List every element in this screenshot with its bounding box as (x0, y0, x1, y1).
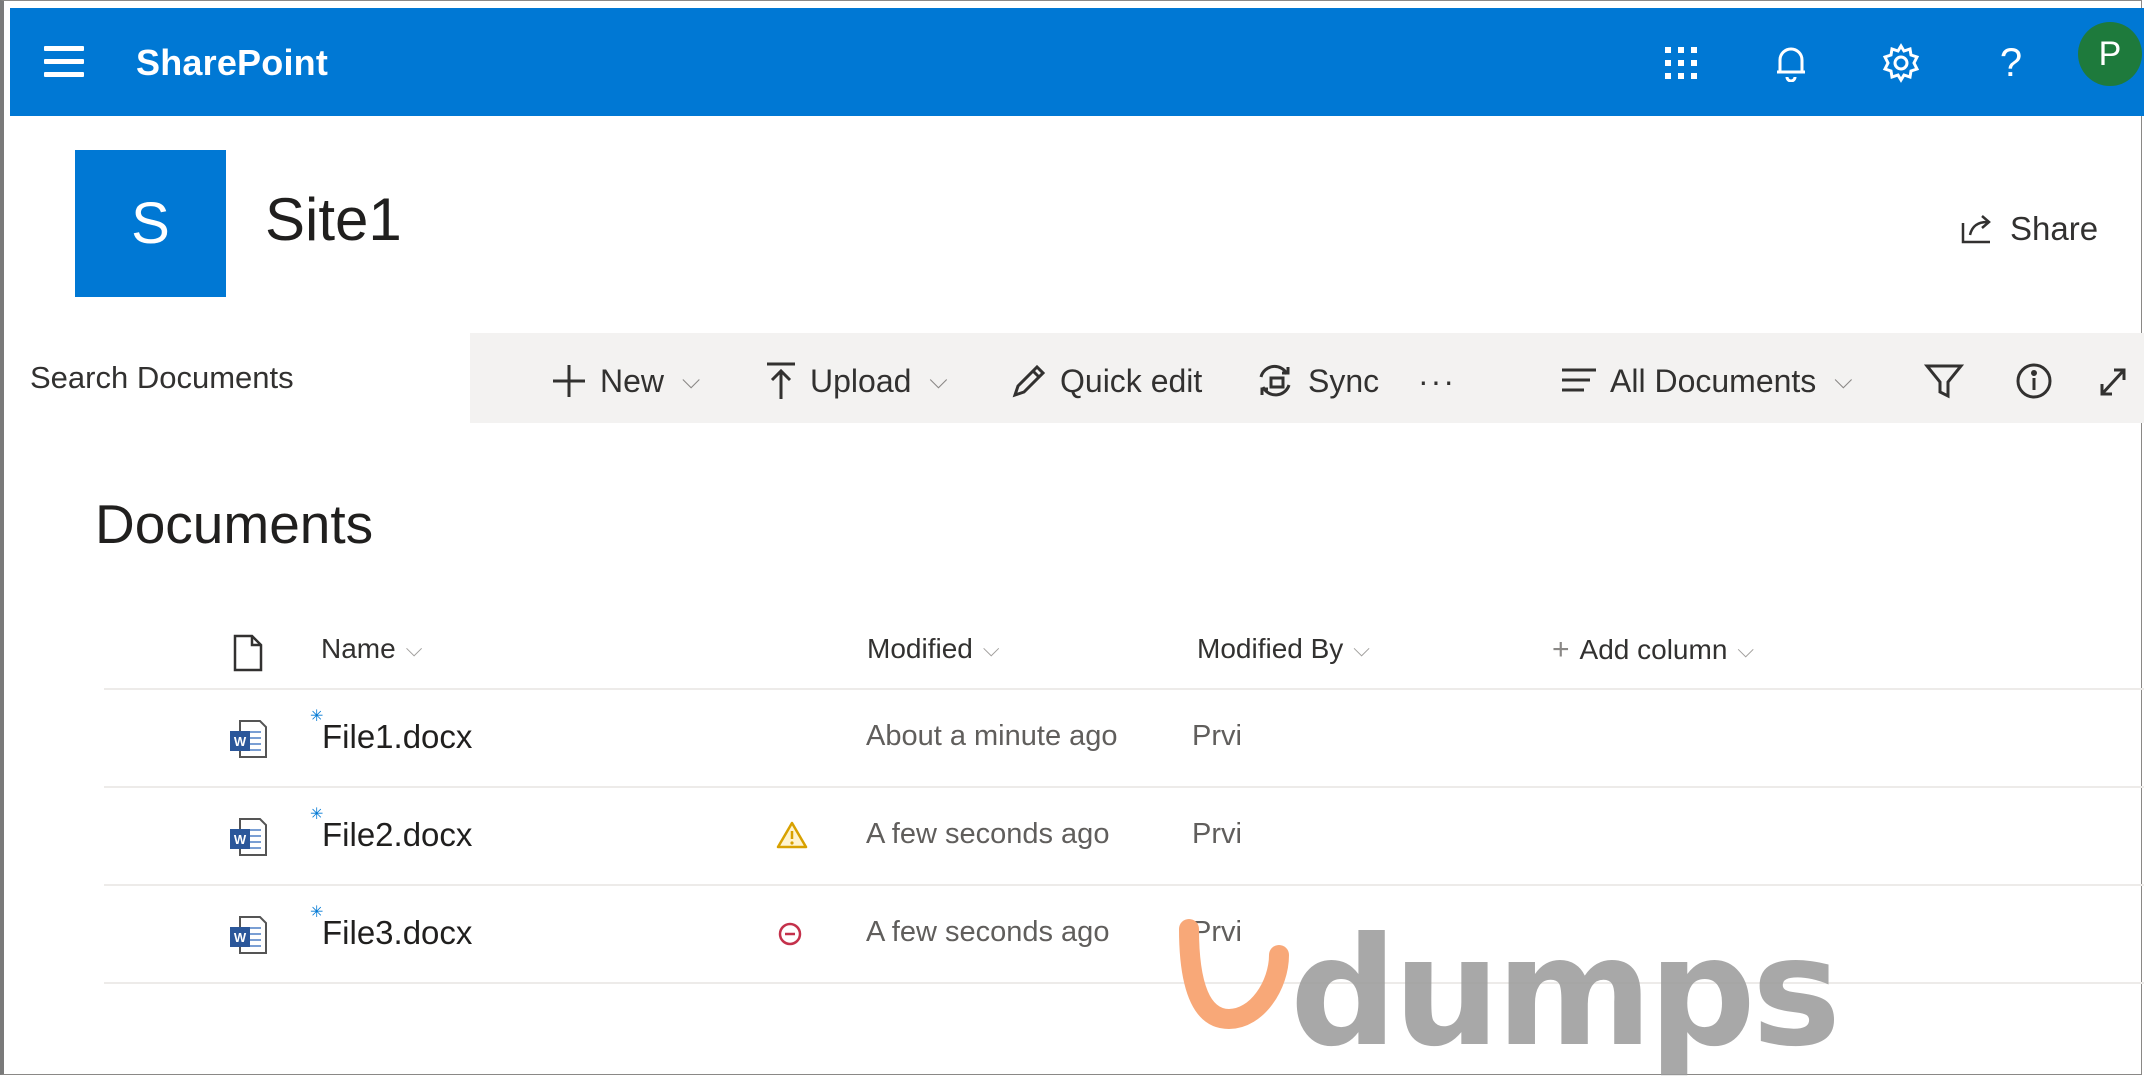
divider (104, 688, 2144, 690)
chevron-down-icon: ⌵ (929, 367, 948, 394)
modified-column-header[interactable]: Modified ⌵ (867, 633, 1000, 665)
upload-icon (767, 362, 795, 399)
view-selector[interactable]: All Documents ⌵ (1560, 356, 1853, 406)
list-view-icon (1562, 368, 1596, 392)
modified-cell: A few seconds ago (866, 916, 1110, 948)
hamburger-menu-icon[interactable] (44, 46, 84, 78)
add-column-button[interactable]: + Add column ⌵ (1552, 633, 1754, 667)
divider (104, 786, 2144, 788)
filter-icon[interactable] (1924, 356, 1964, 406)
modified-by-cell[interactable]: Prvi (1192, 818, 1242, 851)
sync-icon (1259, 364, 1291, 397)
divider (104, 982, 2144, 984)
file-name-link[interactable]: File1.docx (322, 718, 472, 756)
share-icon (1961, 215, 1991, 244)
chevron-down-icon: ⌵ (1353, 636, 1370, 661)
name-column-header[interactable]: Name ⌵ (321, 633, 422, 665)
modified-by-column-header[interactable]: Modified By ⌵ (1197, 633, 1370, 665)
pencil-icon (1012, 364, 1046, 398)
warning-icon[interactable] (776, 820, 808, 855)
chevron-down-icon: ⌵ (405, 636, 423, 661)
word-document-icon: W (228, 914, 268, 961)
watermark-logo-icon (1175, 915, 1295, 1040)
watermark-text: dumps (1290, 906, 1841, 1080)
site-logo[interactable]: S (75, 150, 226, 297)
modified-cell: About a minute ago (866, 720, 1118, 752)
library-title: Documents (95, 493, 374, 555)
upload-button[interactable]: Upload ⌵ (764, 356, 948, 406)
app-name[interactable]: SharePoint (136, 42, 328, 84)
svg-text:W: W (234, 832, 247, 847)
gear-icon[interactable] (1872, 34, 1930, 92)
info-icon[interactable] (2015, 356, 2053, 406)
share-button[interactable]: Share (1960, 210, 2098, 248)
modified-cell: A few seconds ago (866, 818, 1110, 850)
more-options-button[interactable]: ··· (1418, 356, 1456, 406)
chevron-down-icon: ⌵ (1834, 367, 1853, 394)
site-title[interactable]: Site1 (265, 185, 402, 254)
plus-icon (553, 365, 585, 397)
divider (104, 884, 2144, 886)
new-button[interactable]: New ⌵ (550, 356, 700, 406)
help-icon[interactable]: ? (1982, 34, 2040, 92)
file-name-link[interactable]: File3.docx (322, 914, 472, 952)
chevron-down-icon: ⌵ (982, 636, 1000, 661)
file-type-column-header[interactable] (232, 633, 264, 673)
svg-text:W: W (234, 930, 247, 945)
word-document-icon: W (228, 816, 268, 863)
expand-icon[interactable] (2098, 356, 2128, 406)
chevron-down-icon: ⌵ (682, 367, 701, 394)
bell-icon[interactable] (1762, 34, 1820, 92)
app-launcher-icon[interactable] (1652, 34, 1710, 92)
search-documents-input[interactable]: Search Documents (10, 333, 470, 423)
user-avatar[interactable]: P (2078, 22, 2142, 86)
suite-bar: SharePoint ? (10, 8, 2144, 116)
file-name-link[interactable]: File2.docx (322, 816, 472, 854)
plus-icon: + (1552, 633, 1570, 666)
svg-text:W: W (234, 734, 247, 749)
blocked-icon[interactable] (776, 920, 804, 953)
word-document-icon: W (228, 718, 268, 765)
quick-edit-button[interactable]: Quick edit (1010, 356, 1202, 406)
modified-by-cell[interactable]: Prvi (1192, 720, 1242, 753)
chevron-down-icon: ⌵ (1737, 637, 1755, 662)
file-type-icon (233, 634, 263, 672)
sync-button[interactable]: Sync (1254, 356, 1379, 406)
